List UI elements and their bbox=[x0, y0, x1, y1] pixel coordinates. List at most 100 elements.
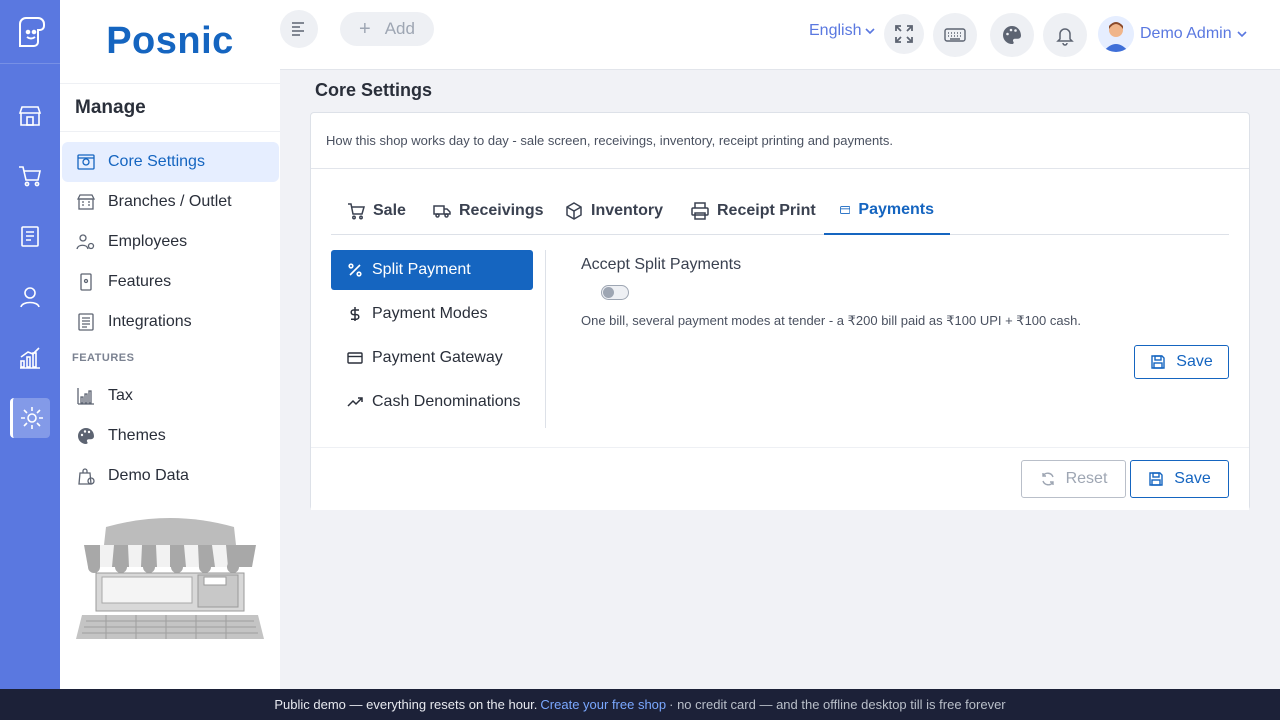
language-selector[interactable]: English bbox=[809, 22, 876, 40]
tab-label: Inventory bbox=[591, 202, 664, 219]
menu-toggle-button[interactable] bbox=[280, 10, 318, 48]
subnav-label: Payment Modes bbox=[372, 305, 488, 322]
sidebar-item-core-settings[interactable]: Core Settings bbox=[62, 142, 279, 182]
tab-label: Sale bbox=[373, 202, 406, 219]
tab-label: Payments bbox=[858, 201, 934, 218]
building-icon bbox=[76, 192, 96, 212]
top-bar: + Add English Demo Admin bbox=[280, 0, 1280, 70]
card-footer: Reset Save bbox=[311, 447, 1249, 510]
user-menu[interactable]: Demo Admin bbox=[1098, 16, 1248, 52]
cart-icon bbox=[19, 166, 41, 187]
subnav-label: Cash Denominations bbox=[372, 393, 521, 410]
plus-icon: + bbox=[359, 17, 371, 40]
chevron-down-icon bbox=[1237, 31, 1247, 38]
credit-card-icon bbox=[840, 206, 851, 214]
tab-receipt-print[interactable]: Receipt Print bbox=[675, 187, 832, 235]
sidebar-item-label: Demo Data bbox=[108, 467, 189, 484]
sidebar: Posnic Manage Core Settings Branches / O… bbox=[60, 0, 280, 689]
save-button-label: Save bbox=[1176, 353, 1213, 370]
tab-sale[interactable]: Sale bbox=[331, 187, 422, 235]
subnav-payment-gateway[interactable]: Payment Gateway bbox=[331, 338, 533, 378]
banner-text: Public demo — everything resets on the h… bbox=[274, 697, 538, 712]
rail-cart[interactable] bbox=[10, 156, 50, 196]
user-icon bbox=[20, 287, 40, 308]
section-save-button[interactable]: Save bbox=[1134, 345, 1229, 379]
add-button[interactable]: + Add bbox=[340, 12, 434, 46]
menu-toggle-icon bbox=[292, 22, 304, 36]
tab-label: Receipt Print bbox=[717, 202, 816, 219]
list-icon bbox=[76, 312, 96, 332]
sidebar-item-label: Integrations bbox=[108, 313, 192, 330]
avatar bbox=[1098, 16, 1134, 52]
rail-chart[interactable] bbox=[10, 338, 50, 378]
subnav-payment-modes[interactable]: Payment Modes bbox=[331, 294, 533, 334]
sidebar-item-employees[interactable]: Employees bbox=[62, 222, 279, 262]
keyboard-icon bbox=[944, 28, 966, 42]
sidebar-heading: Manage bbox=[60, 84, 280, 132]
settings-panel-icon bbox=[76, 152, 96, 172]
cart-icon bbox=[348, 203, 365, 220]
truck-icon bbox=[433, 205, 451, 218]
rail-store[interactable] bbox=[10, 96, 50, 136]
sidebar-item-features[interactable]: Features bbox=[62, 262, 279, 302]
gear-icon bbox=[20, 407, 43, 429]
accept-split-payments-toggle[interactable] bbox=[601, 285, 629, 300]
setting-label: Accept Split Payments bbox=[581, 256, 742, 273]
brand[interactable]: Posnic bbox=[60, 0, 280, 84]
tab-receivings[interactable]: Receivings bbox=[417, 187, 559, 235]
notifications-button[interactable] bbox=[1043, 13, 1087, 57]
sidebar-item-integrations[interactable]: Integrations bbox=[62, 302, 279, 342]
chart-icon bbox=[20, 347, 40, 369]
theme-button[interactable] bbox=[990, 13, 1034, 57]
reset-button-label: Reset bbox=[1065, 470, 1108, 487]
palette-icon bbox=[1003, 26, 1021, 44]
employee-gear-icon bbox=[76, 232, 96, 252]
settings-tabs: Sale Receivings Inventory Receipt Print … bbox=[331, 187, 1229, 235]
sidebar-section-label: FEATURES bbox=[72, 352, 135, 364]
page-description: How this shop works day to day - sale sc… bbox=[311, 113, 1249, 169]
sidebar-item-label: Branches / Outlet bbox=[108, 193, 232, 210]
bell-icon bbox=[1056, 28, 1074, 46]
sidebar-item-themes[interactable]: Themes bbox=[62, 416, 279, 456]
subnav-label: Payment Gateway bbox=[372, 349, 503, 366]
footer-save-button[interactable]: Save bbox=[1130, 460, 1229, 498]
toggle-knob bbox=[603, 287, 614, 298]
subnav-split-payment[interactable]: Split Payment bbox=[331, 250, 533, 290]
keyboard-button[interactable] bbox=[933, 13, 977, 57]
dollar-icon bbox=[350, 307, 360, 321]
rail-clipboard[interactable] bbox=[10, 216, 50, 256]
sidebar-item-demo-data[interactable]: Demo Data bbox=[62, 456, 279, 496]
sidebar-item-label: Themes bbox=[108, 427, 166, 444]
app-logo[interactable] bbox=[0, 0, 60, 64]
subnav-label: Split Payment bbox=[372, 261, 471, 278]
tab-inventory[interactable]: Inventory bbox=[549, 187, 679, 235]
fullscreen-button[interactable] bbox=[884, 14, 924, 54]
shop-illustration bbox=[76, 518, 264, 639]
add-button-label: Add bbox=[384, 19, 415, 38]
save-button-label: Save bbox=[1174, 470, 1211, 487]
sidebar-item-label: Employees bbox=[108, 233, 188, 250]
brand-name: Posnic bbox=[106, 20, 234, 62]
refresh-icon bbox=[1041, 472, 1054, 486]
tax-chart-icon bbox=[76, 386, 96, 406]
sidebar-item-tax[interactable]: Tax bbox=[62, 376, 279, 416]
mobile-icon bbox=[76, 272, 96, 292]
settings-card: How this shop works day to day - sale sc… bbox=[310, 112, 1250, 510]
reset-button[interactable]: Reset bbox=[1021, 460, 1126, 498]
setting-help-text: One bill, several payment modes at tende… bbox=[581, 313, 1081, 328]
subnav-cash-denominations[interactable]: Cash Denominations bbox=[331, 382, 533, 422]
demo-banner: Public demo — everything resets on the h… bbox=[0, 689, 1280, 720]
rail-user[interactable] bbox=[10, 277, 50, 317]
tab-label: Receivings bbox=[459, 202, 544, 219]
create-shop-link[interactable]: Create your free shop bbox=[540, 697, 666, 712]
save-icon bbox=[1149, 472, 1163, 486]
fullscreen-icon bbox=[895, 25, 913, 43]
credit-card-icon bbox=[347, 352, 363, 364]
rail-settings[interactable] bbox=[10, 398, 50, 438]
sidebar-item-branches[interactable]: Branches / Outlet bbox=[62, 182, 279, 222]
sidebar-item-label: Features bbox=[108, 273, 172, 290]
tab-payments[interactable]: Payments bbox=[824, 187, 950, 235]
payments-subnav: Split Payment Payment Modes Payment Gate… bbox=[331, 250, 546, 428]
sidebar-item-label: Core Settings bbox=[108, 153, 205, 170]
logo-icon bbox=[19, 16, 45, 47]
